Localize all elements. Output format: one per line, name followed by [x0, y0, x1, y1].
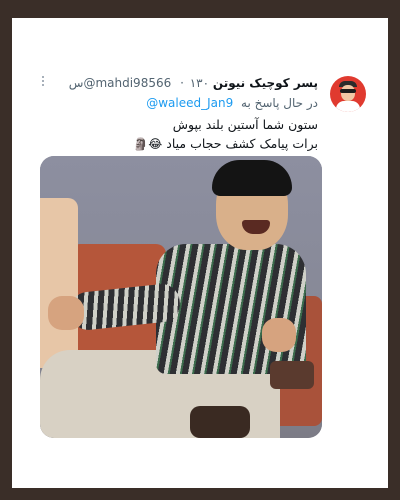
- tweet-text-line-1: ستون شما آستین بلند بپوش: [172, 117, 318, 132]
- media-hair: [212, 160, 292, 196]
- reply-to-handle[interactable]: @waleed_Jan9: [146, 96, 233, 110]
- tweet-text-line-2-words: برات پیامک کشف حجاب میاد: [166, 136, 318, 151]
- tweet-media-image[interactable]: [40, 156, 322, 438]
- tweet-text-line-2: برات پیامک کشف حجاب میاد 😂🗿: [28, 134, 318, 154]
- avatar-face: [341, 85, 355, 101]
- user-avatar[interactable]: [330, 76, 366, 112]
- media-hand-right: [262, 318, 296, 352]
- avatar-shirt: [336, 101, 360, 112]
- media-chair-arm: [270, 361, 314, 389]
- emoji-icons: 😂🗿: [133, 137, 163, 151]
- tweet-text: ستون شما آستین بلند بپوش برات پیامک کشف …: [28, 115, 318, 154]
- media-side-person: [40, 198, 78, 368]
- tweet-header: پسر کوچیک نیوتن @mahdi98566 · ۱۳۰س: [28, 74, 318, 92]
- screenshot-frame: پسر کوچیک نیوتن @mahdi98566 · ۱۳۰س در حا…: [12, 18, 388, 488]
- display-name[interactable]: پسر کوچیک نیوتن: [213, 76, 318, 90]
- user-handle[interactable]: @mahdi98566: [83, 76, 171, 90]
- separator-dot: ·: [180, 76, 184, 90]
- media-shoe: [190, 406, 250, 438]
- avatar-glasses: [340, 89, 356, 93]
- tweet-card[interactable]: پسر کوچیک نیوتن @mahdi98566 · ۱۳۰س در حا…: [12, 18, 388, 488]
- media-hand-left: [48, 296, 84, 330]
- more-options-icon[interactable]: [40, 74, 46, 90]
- reply-context: در حال پاسخ به @waleed_Jan9: [28, 95, 318, 111]
- reply-prefix: در حال پاسخ به: [241, 96, 318, 110]
